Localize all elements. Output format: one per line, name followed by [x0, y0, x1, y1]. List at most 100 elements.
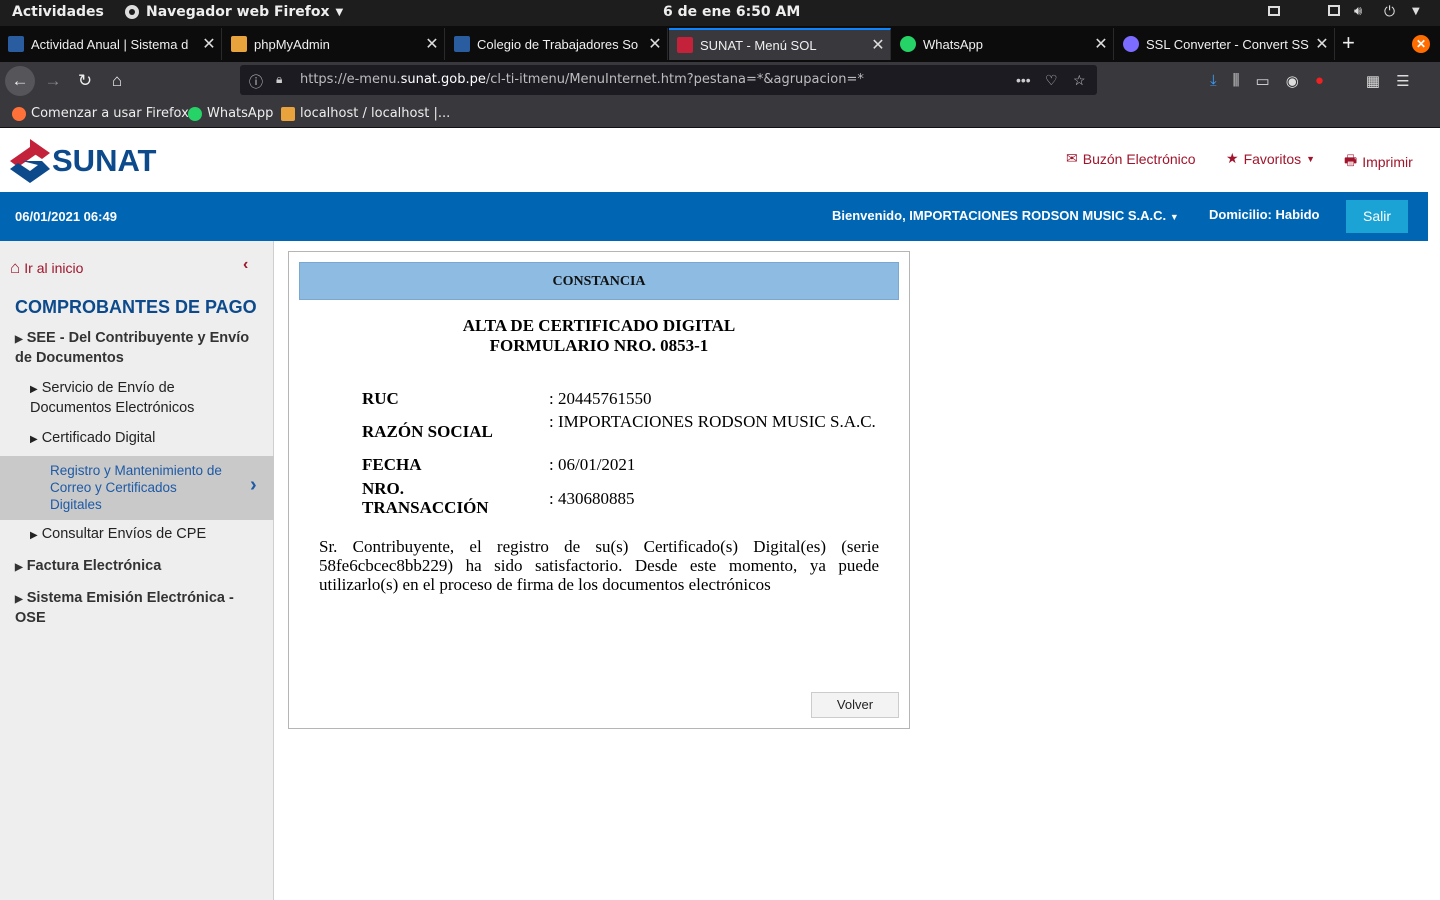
- pocket-icon[interactable]: ♡: [1045, 72, 1058, 89]
- fecha-label: FECHA: [362, 455, 422, 474]
- ir-al-inicio-link[interactable]: ⌂ Ir al inicio: [10, 258, 83, 278]
- tab-title: Actividad Anual | Sistema d: [31, 36, 189, 52]
- menu-certificado-digital[interactable]: ▶ Certificado Digital: [30, 429, 230, 449]
- volume-icon[interactable]: 🔊︎: [1354, 4, 1370, 19]
- tab-phpmyadmin[interactable]: phpMyAdmin ✕: [223, 28, 445, 60]
- menu-consultar-envios[interactable]: ▶ Consultar Envíos de CPE: [30, 525, 260, 545]
- confirmation-message: Sr. Contribuyente, el registro de su(s) …: [319, 537, 879, 594]
- bookmark-label: localhost / localhost |...: [300, 106, 451, 121]
- site-icon: [8, 36, 24, 52]
- close-icon[interactable]: ✕: [1089, 34, 1113, 54]
- new-tab-button[interactable]: +: [1342, 30, 1355, 56]
- favoritos-label: Favoritos: [1243, 150, 1302, 167]
- imprimir-link[interactable]: 🖶 Imprimir: [1344, 150, 1413, 174]
- clock[interactable]: 6 de ene 6:50 AM: [663, 4, 800, 20]
- phpmyadmin-icon: [281, 106, 295, 121]
- caret-down-icon: ▼: [1169, 212, 1179, 222]
- hamburger-menu-icon[interactable]: ☰: [1396, 72, 1409, 90]
- download-icon[interactable]: ⤓: [1210, 72, 1217, 90]
- menu-label: Certificado Digital: [41, 430, 156, 446]
- tab-title: Colegio de Trabajadores So: [477, 36, 639, 52]
- tab-whatsapp[interactable]: WhatsApp ✕: [892, 28, 1114, 60]
- close-icon[interactable]: ✕: [643, 34, 667, 54]
- chevron-down-icon[interactable]: ▼: [1412, 6, 1426, 20]
- welcome-dropdown[interactable]: Bienvenido, IMPORTACIONES RODSON MUSIC S…: [832, 208, 1179, 223]
- star-icon[interactable]: ☆: [1073, 72, 1086, 89]
- account-icon[interactable]: ◉: [1286, 72, 1299, 90]
- whatsapp-icon: [188, 106, 202, 121]
- menu-servicio-envio[interactable]: ▶ Servicio de Envío de Documentos Electró…: [30, 379, 230, 417]
- ruc-label: RUC: [362, 389, 399, 408]
- chevron-down-icon: ▼: [335, 6, 344, 18]
- lock-icon[interactable]: 🔒︎: [276, 72, 282, 87]
- shield-icon: [1123, 36, 1139, 52]
- buzon-electronico-link[interactable]: ✉ Buzón Electrónico: [1066, 150, 1196, 167]
- reload-button[interactable]: ↻: [70, 66, 100, 96]
- close-icon[interactable]: ✕: [420, 34, 444, 54]
- favoritos-dropdown[interactable]: ★ Favoritos ▼: [1226, 150, 1315, 167]
- sidebar-icon[interactable]: ▭: [1256, 72, 1270, 90]
- menu-see-contribuyente[interactable]: ▶ SEE - Del Contribuyente y Envío de Docu…: [15, 329, 265, 367]
- menu-label: Registro y Mantenimiento de Correo y Cer…: [50, 463, 222, 512]
- app-menu[interactable]: Navegador web Firefox ▼: [124, 4, 343, 20]
- tab-actividad-anual[interactable]: Actividad Anual | Sistema d ✕: [0, 28, 222, 60]
- system-top-bar: Actividades Navegador web Firefox ▼ 6 de…: [0, 0, 1440, 26]
- menu-label: Servicio de Envío de Documentos Electrón…: [30, 380, 195, 416]
- url-text[interactable]: https://e-menu.sunat.gob.pe/cl-ti-itmenu…: [300, 72, 864, 87]
- firefox-icon: [12, 106, 26, 121]
- home-label: Ir al inicio: [24, 260, 84, 276]
- close-icon[interactable]: ✕: [1310, 34, 1334, 54]
- domicilio-status: Domicilio: Habido: [1209, 207, 1320, 222]
- document-title: ALTA DE CERTIFICADO DIGITAL FORMULARIO N…: [289, 316, 909, 356]
- tab-sunat[interactable]: SUNAT - Menú SOL ✕: [669, 28, 891, 60]
- bookmark-label: Comenzar a usar Firefox: [31, 106, 189, 121]
- addon-icon[interactable]: ●: [1315, 72, 1324, 90]
- menu-factura-electronica[interactable]: ▶ Factura Electrónica: [15, 557, 265, 577]
- sunat-icon: [677, 37, 693, 53]
- tab-ssl-converter[interactable]: SSL Converter - Convert SS ✕: [1115, 28, 1335, 60]
- sunat-logo[interactable]: SUNAT: [10, 139, 156, 183]
- power-icon[interactable]: ⏻: [1384, 4, 1398, 20]
- library-icon[interactable]: ⫼: [1233, 72, 1240, 90]
- site-icon: [454, 36, 470, 52]
- more-icon[interactable]: •••: [1016, 72, 1031, 88]
- menu-registro-mantenimiento[interactable]: Registro y Mantenimiento de Correo y Cer…: [0, 456, 274, 520]
- welcome-text: Bienvenido, IMPORTACIONES RODSON MUSIC S…: [832, 208, 1167, 223]
- extensions-icon[interactable]: ▦: [1366, 72, 1380, 90]
- close-icon[interactable]: ✕: [197, 34, 221, 54]
- home-button[interactable]: ⌂: [102, 66, 132, 96]
- menu-label: SEE - Del Contribuyente y Envío de Docum…: [15, 330, 250, 366]
- site-header: SUNAT ✉ Buzón Electrónico ★ Favoritos ▼ …: [0, 129, 1428, 192]
- forward-button[interactable]: →: [38, 66, 68, 96]
- bookmark-firefox[interactable]: Comenzar a usar Firefox: [12, 106, 189, 121]
- ruc-value: : 20445761550: [549, 389, 652, 408]
- close-window-icon[interactable]: ✕: [1412, 35, 1430, 53]
- constancia-panel: CONSTANCIA ALTA DE CERTIFICADO DIGITAL F…: [288, 251, 910, 729]
- menu-sistema-emision-ose[interactable]: ▶ Sistema Emisión Electrónica - OSE: [15, 589, 255, 627]
- nro-transaccion-label: NRO. TRANSACCIÓN: [362, 479, 489, 517]
- bookmark-localhost[interactable]: localhost / localhost |...: [281, 106, 450, 121]
- screen-icon[interactable]: [1328, 5, 1340, 16]
- salir-button[interactable]: Salir: [1346, 200, 1408, 233]
- chevron-right-icon: ›: [250, 474, 257, 496]
- tab-bar: Actividad Anual | Sistema d ✕ phpMyAdmin…: [0, 26, 1440, 62]
- collapse-sidebar-icon[interactable]: ‹: [243, 256, 248, 274]
- info-icon[interactable]: ⓘ: [249, 72, 263, 92]
- bookmark-whatsapp[interactable]: WhatsApp: [188, 106, 273, 121]
- back-button[interactable]: ←: [5, 66, 35, 96]
- firefox-app-icon: [125, 5, 139, 19]
- url-bar[interactable]: ⓘ 🔒︎ https://e-menu.sunat.gob.pe/cl-ti-i…: [240, 65, 1097, 95]
- app-name: Navegador web Firefox: [146, 4, 330, 20]
- menu-label: Sistema Emisión Electrónica - OSE: [15, 590, 234, 626]
- printer-icon: 🖶: [1344, 152, 1358, 168]
- whatsapp-icon: [900, 36, 916, 52]
- system-tray[interactable]: 🔊︎ ⏻ ▼: [1268, 4, 1426, 20]
- close-icon[interactable]: ✕: [866, 35, 890, 55]
- tab-colegio[interactable]: Colegio de Trabajadores So ✕: [446, 28, 668, 60]
- star-icon: ★: [1226, 150, 1239, 166]
- volver-button[interactable]: Volver: [811, 692, 899, 718]
- activities-button[interactable]: Actividades: [12, 4, 104, 20]
- caret-down-icon: ▼: [1306, 153, 1316, 164]
- network-icon[interactable]: [1268, 6, 1280, 16]
- nro-label-line-1: NRO.: [362, 479, 405, 498]
